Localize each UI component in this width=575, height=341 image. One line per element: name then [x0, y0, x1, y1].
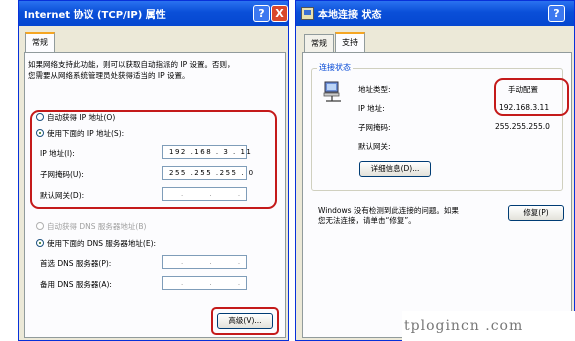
ip-address-label: IP 地址:: [358, 104, 385, 113]
auto-dns-label: 自动获得 DNS 服务器地址(B): [47, 222, 147, 231]
close-button[interactable]: X: [271, 5, 288, 22]
group-title: 连接状态: [317, 62, 353, 73]
help-icon: ?: [258, 7, 265, 20]
address-type-label: 地址类型:: [358, 85, 391, 94]
support-panel: 连接状态 地址类型: 手动配置 IP 地址: 192.168.3.11 子网掩码…: [302, 52, 572, 338]
window-title: 本地连接 状态: [318, 10, 382, 21]
description-line2: 您需要从网络系统管理员处获得适当的 IP 设置。: [28, 71, 190, 80]
details-button[interactable]: 详细信息(D)...: [359, 161, 431, 177]
close-icon: X: [275, 7, 284, 20]
preferred-dns-field[interactable]: . . .: [162, 255, 247, 269]
title-bar: 本地连接 状态: [296, 1, 574, 26]
annotation-advanced-box: [211, 307, 279, 335]
help-button[interactable]: ?: [548, 5, 565, 22]
annotation-ip-box: [30, 110, 277, 209]
tab-general[interactable]: 常规: [25, 32, 55, 52]
general-panel: 如果网络支持此功能，则可以获取自动指派的 IP 设置。否则， 您需要从网络系统管…: [24, 52, 286, 338]
connection-status-window: 本地连接 状态 ? 常规 支持 连接状态 地址类型: 手动配置 IP 地址: 1…: [295, 0, 575, 341]
description-line1: 如果网络支持此功能，则可以获取自动指派的 IP 设置。否则，: [28, 60, 235, 69]
annotation-status-box: [494, 78, 569, 116]
alternate-dns-field[interactable]: . . .: [162, 276, 247, 290]
preferred-dns-label: 首选 DNS 服务器(P):: [40, 259, 112, 268]
alternate-dns-label: 备用 DNS 服务器(A):: [40, 280, 112, 289]
auto-dns-radio[interactable]: [36, 222, 44, 230]
tab-support[interactable]: 支持: [335, 32, 365, 52]
help-icon: ?: [553, 7, 560, 20]
tab-general[interactable]: 常规: [304, 34, 334, 52]
help-button[interactable]: ?: [253, 5, 270, 22]
network-icon: [301, 7, 314, 20]
subnet-mask-value: 255.255.255.0: [495, 122, 550, 131]
title-bar: Internet 协议 (TCP/IP) 属性: [19, 1, 288, 26]
repair-button[interactable]: 修复(P): [508, 205, 564, 221]
manual-dns-radio[interactable]: [36, 239, 44, 247]
tcpip-properties-window: Internet 协议 (TCP/IP) 属性 ? X 常规 如果网络支持此功能…: [18, 0, 289, 341]
window-title: Internet 协议 (TCP/IP) 属性: [24, 10, 166, 21]
network-connection-icon: [323, 81, 341, 102]
subnet-mask-label: 子网掩码:: [358, 123, 391, 132]
message-line2: 您无法连接，请单击“修复”。: [318, 216, 416, 225]
gateway-label: 默认网关:: [358, 142, 391, 151]
watermark-text: tplogincn .com: [402, 311, 575, 341]
manual-dns-label: 使用下面的 DNS 服务器地址(E):: [47, 239, 157, 248]
